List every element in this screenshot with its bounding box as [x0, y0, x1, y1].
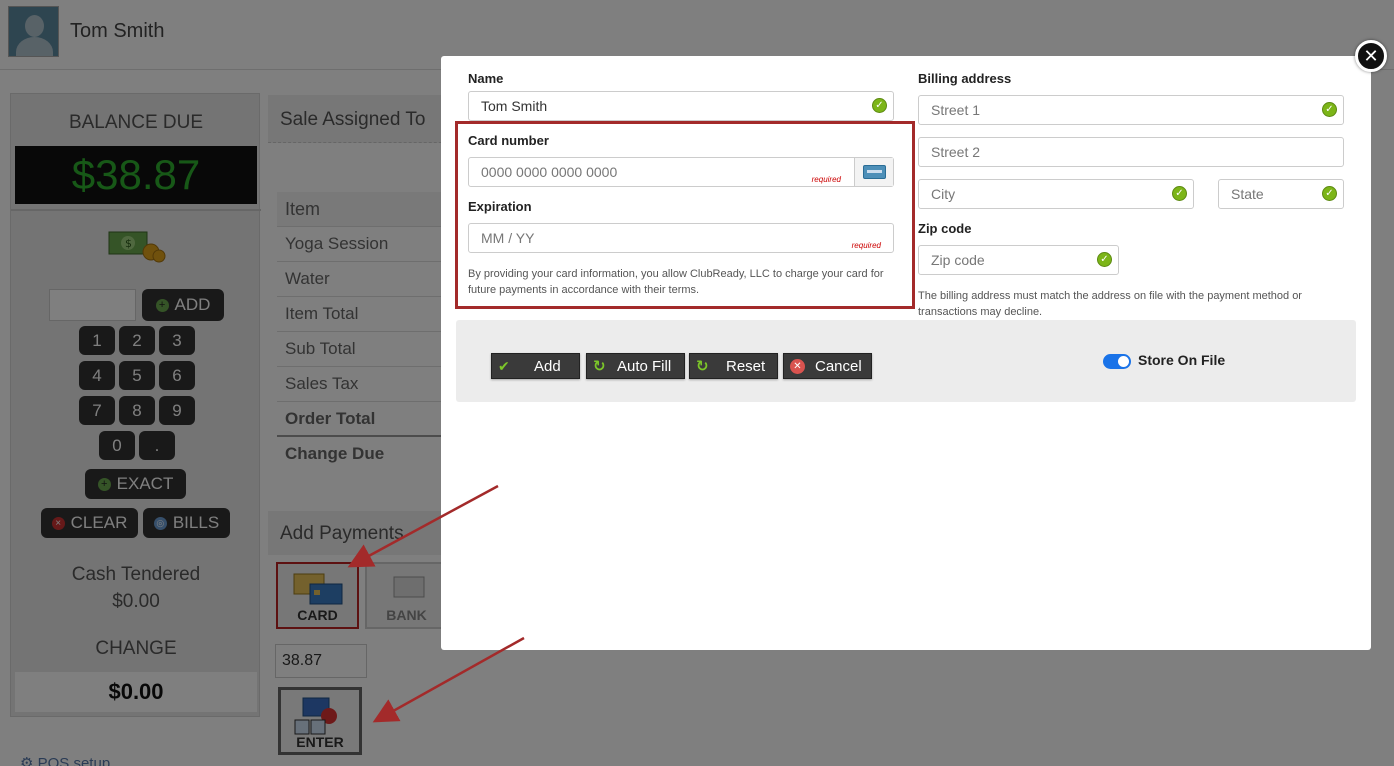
refresh-icon: ↻: [696, 358, 709, 375]
cancel-button[interactable]: ✕ Cancel: [783, 353, 872, 379]
valid-check-icon: ✓: [872, 98, 887, 113]
street1-field[interactable]: Street 1 ✓: [918, 95, 1344, 125]
store-on-file-toggle[interactable]: [1103, 354, 1131, 369]
check-icon: ✔: [498, 357, 510, 374]
zip-code-label: Zip code: [918, 221, 972, 236]
cancel-icon: ✕: [790, 358, 805, 374]
auto-fill-button[interactable]: ↻ Auto Fill: [586, 353, 685, 379]
valid-check-icon: ✓: [1322, 102, 1337, 117]
name-label: Name: [468, 71, 504, 86]
name-field[interactable]: Tom Smith ✓: [468, 91, 894, 121]
billing-note: The billing address must match the addre…: [918, 290, 1302, 318]
zip-code-field[interactable]: Zip code ✓: [918, 245, 1119, 275]
refresh-icon: ↻: [593, 358, 606, 375]
close-icon[interactable]: ✕: [1355, 40, 1387, 72]
city-field[interactable]: City ✓: [918, 179, 1194, 209]
state-field[interactable]: State ✓: [1218, 179, 1344, 209]
add-card-button[interactable]: ✔ Add: [491, 353, 580, 379]
billing-address-label: Billing address: [918, 71, 1012, 86]
valid-check-icon: ✓: [1172, 186, 1187, 201]
card-fields-highlight: [455, 121, 915, 309]
valid-check-icon: ✓: [1322, 186, 1337, 201]
valid-check-icon: ✓: [1097, 252, 1112, 267]
street2-field[interactable]: Street 2: [918, 137, 1344, 167]
store-on-file-label: Store On File: [1138, 352, 1226, 368]
reset-button[interactable]: ↻ Reset: [689, 353, 778, 379]
